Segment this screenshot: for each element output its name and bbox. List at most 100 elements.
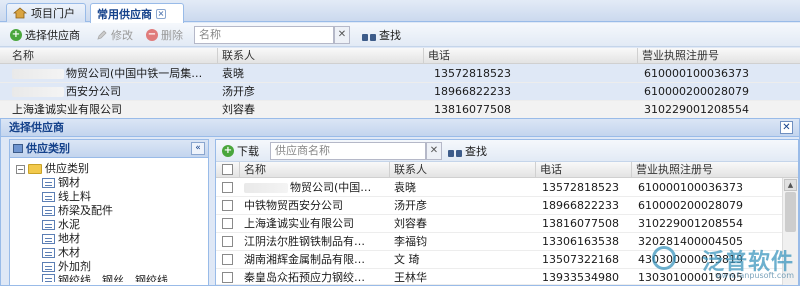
cell-license: 310229001208554 [644,103,749,116]
cell-name: 上海逢诚实业有限公司 [12,103,122,116]
cell-phone: 13816077508 [434,103,511,116]
cell-phone: 13816077508 [542,217,619,230]
column-header-contact[interactable]: 联系人 [218,48,424,64]
search-button[interactable]: 查找 [448,143,487,159]
table-row[interactable]: 中铁物贸西安分公司 汤开彦 18966822233 61000020002807… [216,197,782,215]
category-icon [42,262,55,272]
cell-name: 湖南湘辉金属制品有限… [244,253,365,266]
category-icon [42,178,55,188]
tree-root[interactable]: − 供应类别 [16,162,206,176]
redacted-text [12,87,64,97]
tree-label: 水泥 [58,218,80,231]
search-input[interactable]: 名称 [194,26,334,44]
category-panel: 供应类别 « − 供应类别 钢材 线上料 桥梁及配件 水泥 地材 木材 外加剂 … [9,139,209,286]
cell-name: 物贸公司(中国… [240,179,390,197]
tree-item-aggregate[interactable]: 地材 [16,232,206,246]
tab-common-suppliers[interactable]: 常用供应商 × [90,3,184,23]
cell-license: 610000200028079 [644,85,749,98]
redacted-text [12,69,64,79]
tree-label: 外加剂 [58,260,91,273]
clear-search-button[interactable]: ✕ [334,26,350,44]
delete-button[interactable]: − 删除 [146,27,183,43]
row-checkbox[interactable] [222,236,233,247]
category-icon [42,220,55,230]
column-header-phone[interactable]: 电话 [424,48,638,64]
cell-contact: 汤开彦 [394,199,427,212]
row-checkbox[interactable] [222,272,233,283]
scroll-thumb[interactable] [785,192,796,232]
tree-label: 钢绞线、钢丝、钢绞线 [58,274,168,282]
button-label: 删除 [161,29,183,42]
cell-name: 秦皇岛众拓预应力钢绞… [244,271,365,284]
supplier-toolbar: + 下载 供应商名称 ✕ 查找 [216,140,798,162]
tree-label: 线上料 [58,190,91,203]
column-header-contact[interactable]: 联系人 [390,162,536,178]
tree-item-strand[interactable]: 钢绞线、钢丝、钢绞线 [16,274,206,282]
tree-item-cement[interactable]: 水泥 [16,218,206,232]
close-icon[interactable]: ✕ [780,121,793,134]
panel-icon [13,144,23,153]
clear-search-button[interactable]: ✕ [426,142,442,160]
table-row[interactable]: 上海逢诚实业有限公司 刘容春 13816077508 3102290012085… [216,215,782,233]
select-supplier-button[interactable]: + 选择供应商 [10,27,80,43]
collapse-panel-button[interactable]: « [191,142,205,155]
column-header-license[interactable]: 营业执照注册号 [632,162,798,178]
category-icon [42,274,55,282]
button-label: 下载 [237,145,259,158]
button-label: 修改 [111,29,133,42]
tree-item-line-material[interactable]: 线上料 [16,190,206,204]
panel-title: 供应类别 [10,140,208,158]
watermark-url: www.fanpusoft.com [715,271,794,280]
cell-contact: 袁晓 [394,181,416,194]
category-icon [42,206,55,216]
scroll-up-icon[interactable]: ▲ [784,179,797,191]
tree-label: 木材 [58,246,80,259]
row-checkbox[interactable] [222,182,233,193]
close-icon[interactable]: × [156,8,166,19]
supplier-name-input[interactable]: 供应商名称 [270,142,426,160]
toolbar: + 选择供应商 修改 − 删除 名称 ✕ 查找 [0,23,800,47]
cell-license: 610000100036373 [644,67,749,80]
column-header-license[interactable]: 营业执照注册号 [638,48,800,64]
binoculars-icon [448,146,462,157]
table-row[interactable]: 上海逢诚实业有限公司 刘容春 13816077508 3102290012085… [0,101,800,119]
row-checkbox[interactable] [222,218,233,229]
table-row[interactable]: 物贸公司(中国中铁一局集… 袁晓 13572818523 61000010003… [0,65,800,83]
tab-label: 常用供应商 [97,7,152,21]
tree-label: 桥梁及配件 [58,204,113,217]
table-row[interactable]: 物贸公司(中国… 袁晓 13572818523 610000100036373 [216,179,782,197]
tree-item-bridge-parts[interactable]: 桥梁及配件 [16,204,206,218]
table-row[interactable]: 西安分公司 汤开彦 18966822233 610000200028079 [0,83,800,101]
cell-name: 西安分公司 [8,83,218,101]
column-header-name[interactable]: 名称 [240,162,390,178]
search-button[interactable]: 查找 [362,27,401,43]
cell-name: 上海逢诚实业有限公司 [244,217,354,230]
category-tree: − 供应类别 钢材 线上料 桥梁及配件 水泥 地材 木材 外加剂 钢绞线、钢丝、… [16,162,206,282]
select-all-column[interactable] [216,162,240,178]
cell-contact: 刘容春 [394,217,427,230]
download-button[interactable]: + 下载 [222,143,259,159]
row-checkbox[interactable] [222,200,233,211]
collapse-icon[interactable]: − [16,164,25,174]
name-text: 西安分公司 [66,85,121,98]
cell-phone: 13306163538 [542,235,619,248]
column-header-phone[interactable]: 电话 [536,162,632,178]
button-label: 查找 [379,29,401,42]
redacted-text [244,183,288,193]
placeholder-text: 名称 [199,28,221,41]
column-header-name[interactable]: 名称 [8,48,218,64]
cell-phone: 13572818523 [434,67,511,80]
tab-project-portal[interactable]: 项目门户 [6,3,86,22]
tree-label: 钢材 [58,176,80,189]
select-all-checkbox[interactable] [222,164,233,175]
tree-item-timber[interactable]: 木材 [16,246,206,260]
tree-item-admixture[interactable]: 外加剂 [16,260,206,274]
tree-label: 供应类别 [45,162,89,175]
cell-phone: 13507322168 [542,253,619,266]
cell-contact: 文 琦 [394,253,420,266]
minus-icon: − [146,29,158,41]
name-text: 物贸公司(中国中铁一局集… [66,67,203,80]
row-checkbox[interactable] [222,254,233,265]
tree-item-steel[interactable]: 钢材 [16,176,206,190]
edit-button[interactable]: 修改 [96,27,133,43]
